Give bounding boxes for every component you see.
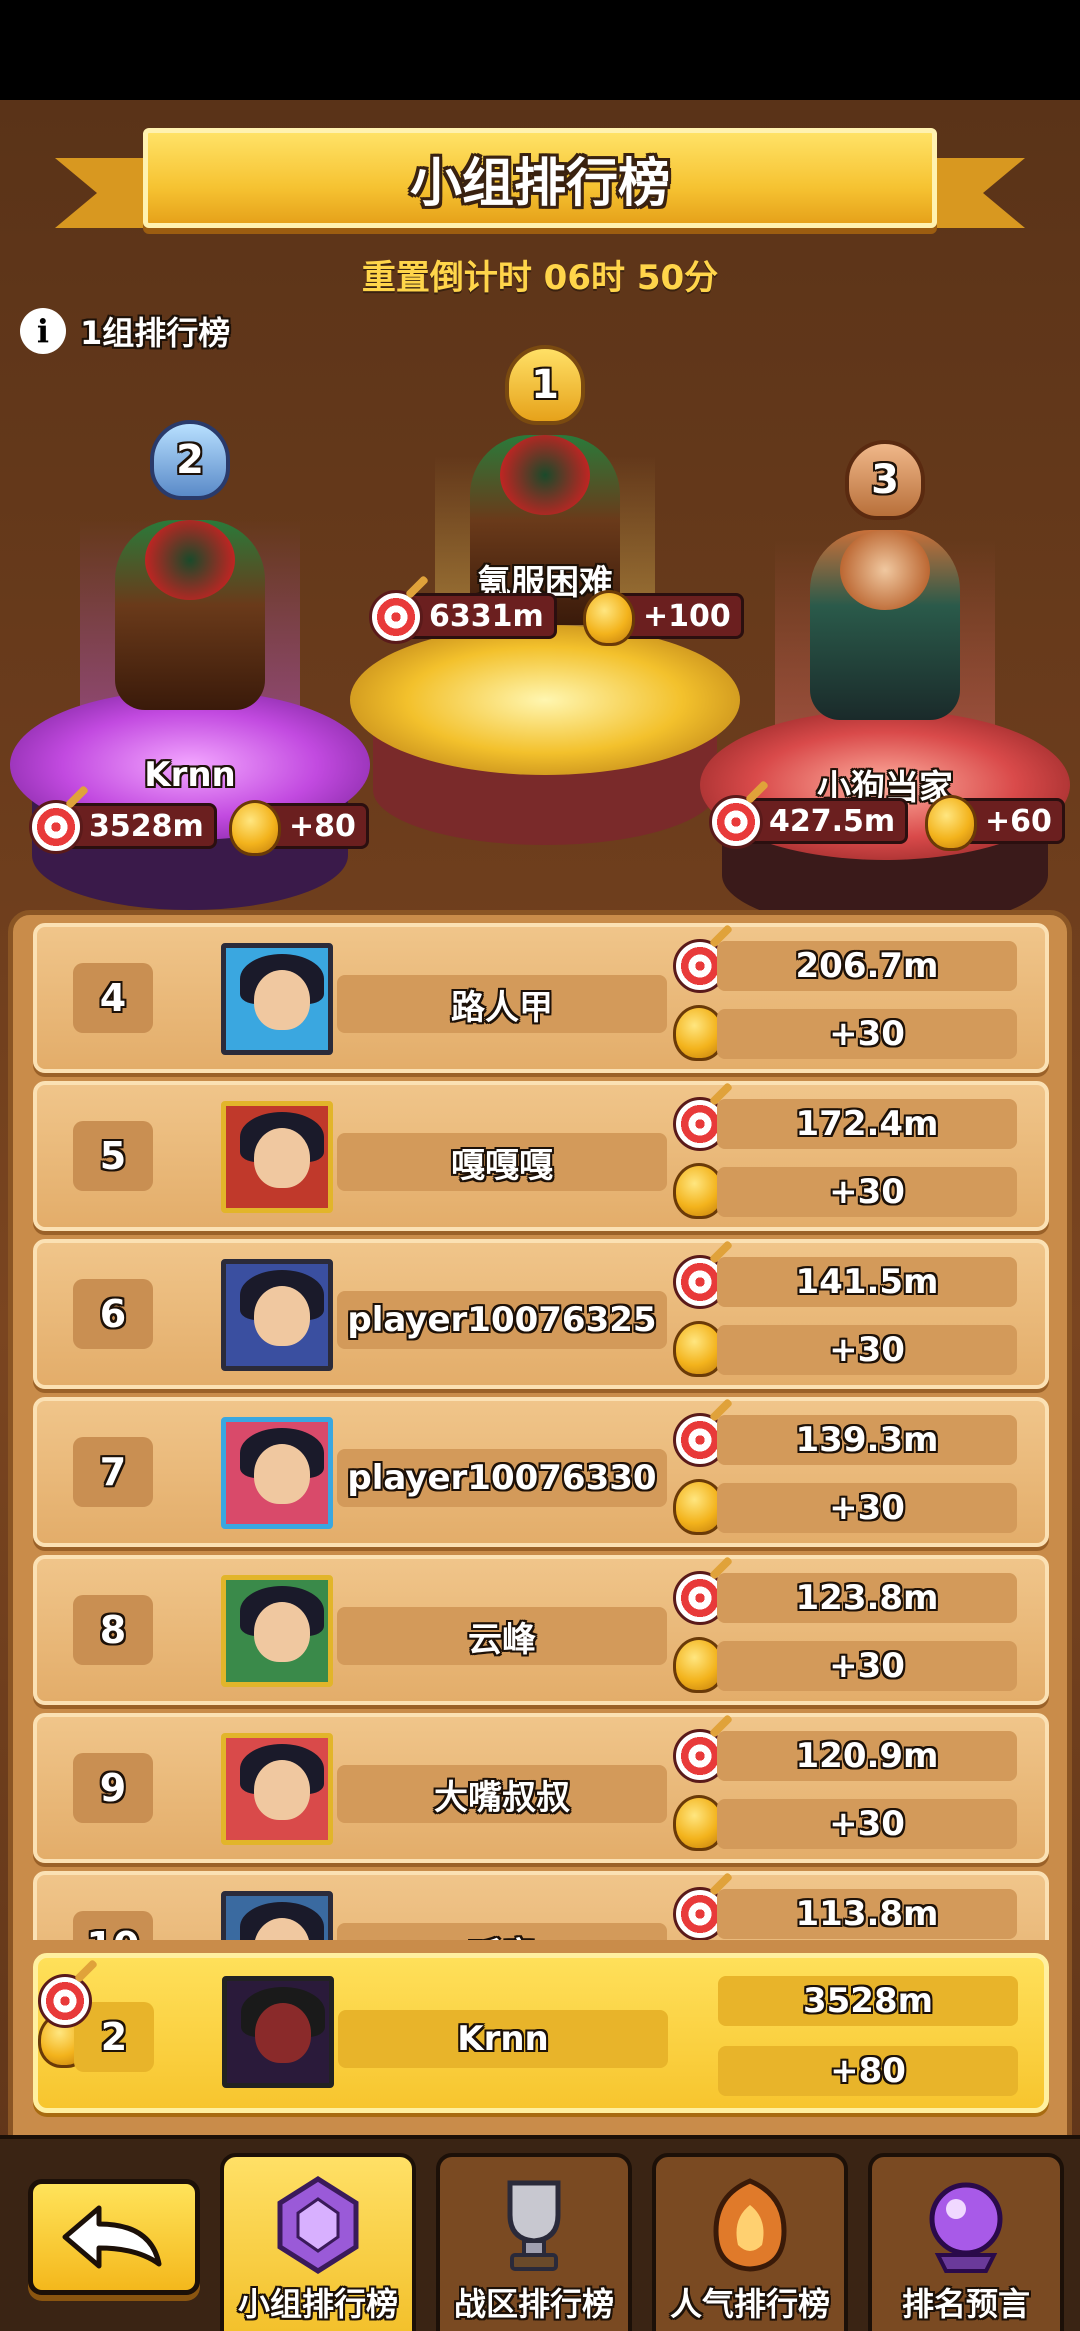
player-avatar[interactable] [221, 1417, 333, 1529]
bottom-nav: 小组排行榜 战区排行榜 人气排行榜 排名预言 [0, 2135, 1080, 2331]
player-name: 大嘴叔叔 [337, 1765, 667, 1823]
podium-name: Krnn [144, 755, 236, 795]
coin-icon [229, 800, 281, 856]
ranking-row[interactable]: 9 大嘴叔叔 120.9m +30 [33, 1713, 1049, 1863]
player-avatar[interactable] [221, 943, 333, 1055]
player-name: 云峰 [337, 1607, 667, 1665]
info-icon[interactable]: i [20, 308, 66, 354]
flame-helmet-icon [713, 2178, 787, 2272]
player-reward: +30 [717, 1483, 1017, 1533]
target-icon [38, 1974, 92, 2028]
tab-rank-prediction[interactable]: 排名预言 [868, 2153, 1064, 2331]
player-score: 139.3m [717, 1415, 1017, 1465]
player-score: 141.5m [717, 1257, 1017, 1307]
rank-number: 6 [73, 1279, 153, 1349]
hero-head [500, 435, 590, 515]
podium-score: 427.5m [709, 795, 909, 849]
player-avatar[interactable] [221, 1891, 333, 1940]
ranking-row[interactable]: 7 player10076330 139.3m +30 [33, 1397, 1049, 1547]
player-name: 听章 [337, 1923, 667, 1940]
player-reward: +30 [717, 1325, 1017, 1375]
player-score: 172.4m [717, 1099, 1017, 1149]
hero-head [145, 520, 235, 600]
crystal-ball-icon [929, 2182, 1003, 2273]
rank-number: 9 [73, 1753, 153, 1823]
podium-rank-3[interactable]: 3 小狗当家 427.5m +60 [700, 440, 1070, 930]
tab-label: 排名预言 [901, 2285, 1030, 2323]
tab-popularity-ranking[interactable]: 人气排行榜 [652, 2153, 848, 2331]
ranking-row[interactable]: 10听章113.8m+30 [33, 1871, 1049, 1940]
player-score: 206.7m [717, 941, 1017, 991]
ranking-row[interactable]: 8 云峰 123.8m +30 [33, 1555, 1049, 1705]
rank-number: 8 [73, 1595, 153, 1665]
podium-rank-2[interactable]: 2 Krnn 3528m +80 [10, 420, 370, 910]
player-name: player10076325 [337, 1291, 667, 1349]
tab-label: 小组排行榜 [237, 2285, 398, 2323]
ranking-list[interactable]: 4 路人甲 206.7m +30 5 嘎嘎嘎 172.4m +30 6 player1007632… [13, 915, 1067, 1940]
my-rank-row[interactable]: 2 Krnn 3528m +80 [33, 1953, 1049, 2113]
player-name: 嘎嘎嘎 [337, 1133, 667, 1191]
trophy-icon [507, 2180, 561, 2271]
tab-label: 战区排行榜 [453, 2285, 614, 2323]
rank-3-emblem: 3 [845, 440, 925, 520]
target-icon [29, 800, 83, 854]
player-score: 3528m [718, 1976, 1018, 2026]
tab-label: 人气排行榜 [669, 2285, 830, 2323]
target-icon [709, 795, 763, 849]
player-avatar[interactable] [221, 1259, 333, 1371]
back-button[interactable] [28, 2179, 200, 2295]
player-name: player10076330 [337, 1449, 667, 1507]
rank-number: 10 [73, 1911, 153, 1940]
player-name: Krnn [338, 2010, 668, 2068]
player-avatar[interactable] [222, 1976, 334, 2088]
player-reward: +80 [718, 2046, 1018, 2096]
rank-number: 7 [73, 1437, 153, 1507]
group-label[interactable]: i 1组排行榜 [20, 308, 230, 354]
tab-group-ranking[interactable]: 小组排行榜 [220, 2153, 416, 2331]
ranking-row[interactable]: 5 嘎嘎嘎 172.4m +30 [33, 1081, 1049, 1231]
rank-2-emblem: 2 [150, 420, 230, 500]
player-score: 123.8m [717, 1573, 1017, 1623]
hero-head [840, 530, 930, 610]
title-banner: 小组排行榜 [55, 128, 1025, 248]
rank-number: 5 [73, 1121, 153, 1191]
player-reward: +30 [717, 1167, 1017, 1217]
rank-number: 4 [73, 963, 153, 1033]
rank-1-emblem: 1 [505, 345, 585, 425]
player-name: 路人甲 [337, 975, 667, 1033]
player-score: 113.8m [717, 1889, 1017, 1939]
podium-reward: +60 [925, 795, 1065, 851]
player-reward: +30 [717, 1641, 1017, 1691]
reset-countdown: 重置倒计时 06时 50分 [361, 258, 719, 298]
coin-icon [583, 590, 635, 646]
player-score: 120.9m [717, 1731, 1017, 1781]
back-arrow-icon [62, 2205, 162, 2269]
tab-zone-ranking[interactable]: 战区排行榜 [436, 2153, 632, 2331]
leaderboard-screen: 小组排行榜 重置倒计时 06时 50分 i 1组排行榜 2 Krnn 3528m… [0, 100, 1080, 2331]
pedestal [350, 625, 740, 775]
target-icon [369, 590, 423, 644]
player-avatar[interactable] [221, 1575, 333, 1687]
podium-rank-1[interactable]: 1 氪服困难 6331m +100 [350, 345, 744, 845]
podium-score: 3528m [29, 800, 217, 854]
player-reward: +30 [717, 1799, 1017, 1849]
hero-figure [810, 530, 960, 720]
group-label-text: 1组排行榜 [80, 314, 231, 352]
podium-score: 6331m [369, 590, 557, 644]
group-ranking-icon [277, 2176, 359, 2274]
ranking-panel: 4 路人甲 206.7m +30 5 嘎嘎嘎 172.4m +30 6 player1007632… [8, 910, 1072, 2240]
player-avatar[interactable] [221, 1733, 333, 1845]
ranking-row[interactable]: 6 player10076325 141.5m +30 [33, 1239, 1049, 1389]
player-avatar[interactable] [221, 1101, 333, 1213]
hero-figure [115, 520, 265, 710]
title-plate: 小组排行榜 [143, 128, 937, 228]
player-reward: +30 [717, 1009, 1017, 1059]
ranking-row[interactable]: 4 路人甲 206.7m +30 [33, 923, 1049, 1073]
coin-icon [925, 795, 977, 851]
page-title: 小组排行榜 [409, 153, 670, 214]
